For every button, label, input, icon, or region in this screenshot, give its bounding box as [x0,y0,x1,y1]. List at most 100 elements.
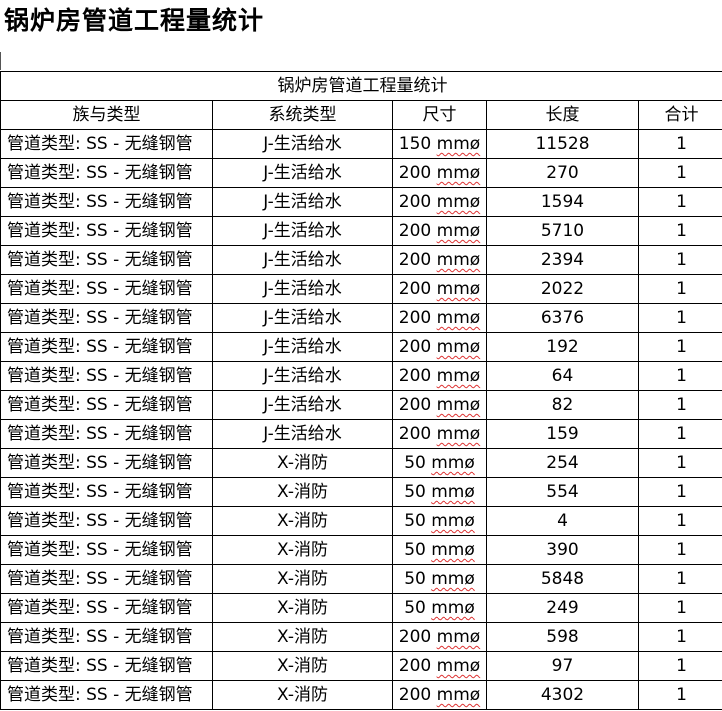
cell-system[interactable]: X-消防 [212,564,393,594]
cell-length[interactable]: 82 [486,390,639,420]
cell-count[interactable]: 1 [637,419,722,449]
cell-length[interactable]: 97 [486,651,639,681]
cell-size[interactable]: 200 mmø [392,361,487,391]
cell-count[interactable]: 1 [637,506,722,536]
cell-length[interactable]: 1594 [486,187,639,217]
table-row[interactable]: 管道类型: SS - 无缝钢管 X-消防 200 mmø 97 1 [0,651,722,681]
cell-family[interactable]: 管道类型: SS - 无缝钢管 [0,361,213,391]
cell-family[interactable]: 管道类型: SS - 无缝钢管 [0,477,213,507]
cell-size[interactable]: 200 mmø [392,187,487,217]
table-row[interactable]: 管道类型: SS - 无缝钢管 J-生活给水 200 mmø 2022 1 [0,274,722,304]
table-row[interactable]: 管道类型: SS - 无缝钢管 J-生活给水 200 mmø 64 1 [0,361,722,391]
cell-length[interactable]: 64 [486,361,639,391]
cell-family[interactable]: 管道类型: SS - 无缝钢管 [0,622,213,652]
cell-family[interactable]: 管道类型: SS - 无缝钢管 [0,651,213,681]
table-row[interactable]: 管道类型: SS - 无缝钢管 X-消防 50 mmø 5848 1 [0,564,722,594]
table-row[interactable]: 管道类型: SS - 无缝钢管 X-消防 50 mmø 249 1 [0,593,722,623]
cell-count[interactable]: 1 [637,390,722,420]
cell-size[interactable]: 200 mmø [392,274,487,304]
cell-length[interactable]: 2394 [486,245,639,275]
cell-system[interactable]: X-消防 [212,535,393,565]
cell-family[interactable]: 管道类型: SS - 无缝钢管 [0,448,213,478]
cell-system[interactable]: J-生活给水 [212,390,393,420]
cell-system[interactable]: J-生活给水 [212,274,393,304]
table-row[interactable]: 管道类型: SS - 无缝钢管 J-生活给水 200 mmø 159 1 [0,419,722,449]
cell-size[interactable]: 200 mmø [392,680,487,710]
cell-size[interactable]: 200 mmø [392,158,487,188]
cell-family[interactable]: 管道类型: SS - 无缝钢管 [0,274,213,304]
cell-family[interactable]: 管道类型: SS - 无缝钢管 [0,303,213,333]
cell-count[interactable]: 1 [637,477,722,507]
cell-system[interactable]: J-生活给水 [212,332,393,362]
cell-length[interactable]: 11528 [486,129,639,159]
cell-count[interactable]: 1 [637,593,722,623]
cell-size[interactable]: 200 mmø [392,622,487,652]
header-system[interactable]: 系统类型 [212,100,393,130]
table-row[interactable]: 管道类型: SS - 无缝钢管 X-消防 50 mmø 4 1 [0,506,722,536]
cell-length[interactable]: 390 [486,535,639,565]
cell-size[interactable]: 200 mmø [392,419,487,449]
cell-family[interactable]: 管道类型: SS - 无缝钢管 [0,535,213,565]
cell-system[interactable]: X-消防 [212,593,393,623]
cell-count[interactable]: 1 [637,303,722,333]
cell-count[interactable]: 1 [637,129,722,159]
header-length[interactable]: 长度 [486,100,639,130]
cell-family[interactable]: 管道类型: SS - 无缝钢管 [0,332,213,362]
table-row[interactable]: 管道类型: SS - 无缝钢管 J-生活给水 200 mmø 5710 1 [0,216,722,246]
cell-family[interactable]: 管道类型: SS - 无缝钢管 [0,390,213,420]
cell-size[interactable]: 50 mmø [392,593,487,623]
cell-length[interactable]: 554 [486,477,639,507]
table-row[interactable]: 管道类型: SS - 无缝钢管 J-生活给水 200 mmø 2394 1 [0,245,722,275]
cell-count[interactable]: 1 [637,361,722,391]
cell-length[interactable]: 249 [486,593,639,623]
cell-size[interactable]: 200 mmø [392,390,487,420]
cell-system[interactable]: J-生活给水 [212,361,393,391]
table-row[interactable]: 管道类型: SS - 无缝钢管 J-生活给水 200 mmø 270 1 [0,158,722,188]
cell-family[interactable]: 管道类型: SS - 无缝钢管 [0,158,213,188]
cell-count[interactable]: 1 [637,680,722,710]
cell-system[interactable]: X-消防 [212,448,393,478]
cell-system[interactable]: J-生活给水 [212,129,393,159]
cell-system[interactable]: J-生活给水 [212,158,393,188]
table-row[interactable]: 管道类型: SS - 无缝钢管 X-消防 200 mmø 598 1 [0,622,722,652]
cell-size[interactable]: 200 mmø [392,303,487,333]
cell-family[interactable]: 管道类型: SS - 无缝钢管 [0,419,213,449]
cell-family[interactable]: 管道类型: SS - 无缝钢管 [0,245,213,275]
cell-family[interactable]: 管道类型: SS - 无缝钢管 [0,506,213,536]
table-row[interactable]: 管道类型: SS - 无缝钢管 J-生活给水 200 mmø 82 1 [0,390,722,420]
cell-length[interactable]: 192 [486,332,639,362]
cell-system[interactable]: J-生活给水 [212,245,393,275]
cell-system[interactable]: J-生活给水 [212,419,393,449]
cell-length[interactable]: 270 [486,158,639,188]
cell-size[interactable]: 50 mmø [392,564,487,594]
cell-length[interactable]: 4302 [486,680,639,710]
cell-length[interactable]: 6376 [486,303,639,333]
table-row[interactable]: 管道类型: SS - 无缝钢管 X-消防 50 mmø 554 1 [0,477,722,507]
cell-count[interactable]: 1 [637,564,722,594]
cell-length[interactable]: 2022 [486,274,639,304]
table-row[interactable]: 管道类型: SS - 无缝钢管 J-生活给水 200 mmø 6376 1 [0,303,722,333]
cell-length[interactable]: 159 [486,419,639,449]
cell-length[interactable]: 4 [486,506,639,536]
header-count[interactable]: 合计 [637,100,722,130]
cell-family[interactable]: 管道类型: SS - 无缝钢管 [0,680,213,710]
table-row[interactable]: 管道类型: SS - 无缝钢管 J-生活给水 200 mmø 1594 1 [0,187,722,217]
table-row[interactable]: 管道类型: SS - 无缝钢管 J-生活给水 200 mmø 192 1 [0,332,722,362]
cell-count[interactable]: 1 [637,274,722,304]
cell-count[interactable]: 1 [637,535,722,565]
cell-count[interactable]: 1 [637,216,722,246]
cell-size[interactable]: 200 mmø [392,216,487,246]
cell-count[interactable]: 1 [637,651,722,681]
cell-system[interactable]: X-消防 [212,506,393,536]
cell-family[interactable]: 管道类型: SS - 无缝钢管 [0,129,213,159]
header-size[interactable]: 尺寸 [392,100,487,130]
cell-system[interactable]: X-消防 [212,477,393,507]
cell-family[interactable]: 管道类型: SS - 无缝钢管 [0,564,213,594]
cell-length[interactable]: 254 [486,448,639,478]
cell-size[interactable]: 200 mmø [392,332,487,362]
cell-size[interactable]: 200 mmø [392,245,487,275]
cell-system[interactable]: J-生活给水 [212,187,393,217]
cell-count[interactable]: 1 [637,332,722,362]
cell-size[interactable]: 150 mmø [392,129,487,159]
cell-count[interactable]: 1 [637,187,722,217]
